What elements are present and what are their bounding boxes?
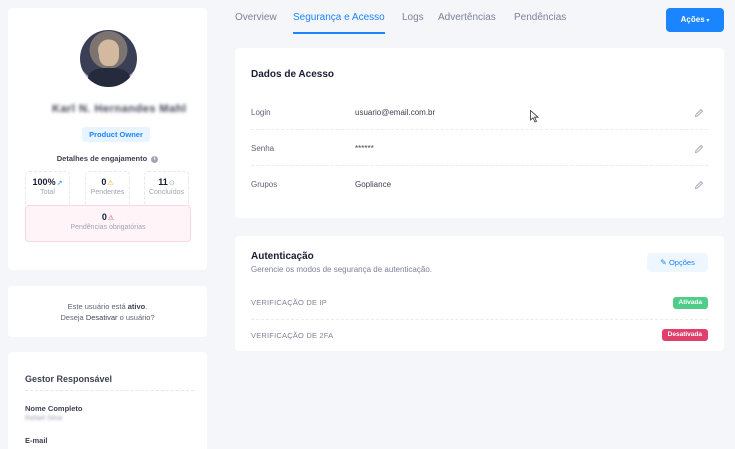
- deactivate-link[interactable]: Desativar: [86, 313, 118, 322]
- actions-label: Ações: [680, 15, 705, 24]
- manager-title: Gestor Responsável: [25, 374, 113, 384]
- tab-warnings[interactable]: Advertências: [438, 12, 496, 34]
- mandatory-label: Pendências obrigatórias: [70, 224, 146, 231]
- mandatory-pending-box: 0⚠ Pendências obrigatórias: [25, 205, 191, 242]
- pencil-icon: ✎: [660, 258, 667, 267]
- email-label: E-mail: [25, 436, 48, 445]
- edit-login-icon[interactable]: [694, 108, 704, 118]
- login-value: usuario@email.com.br: [355, 108, 436, 117]
- ip-verification-label: VERIFICAÇÃO DE IP: [251, 298, 327, 307]
- status-state: ativo: [127, 302, 146, 311]
- access-title: Dados de Acesso: [251, 69, 334, 80]
- groups-value: Gopliance: [355, 180, 392, 189]
- options-button[interactable]: ✎ Opções: [647, 253, 708, 272]
- chevron-down-icon: ▾: [704, 18, 710, 24]
- 2fa-verification-label: VERIFICAÇÃO DE 2FA: [251, 331, 334, 340]
- avatar-face: [99, 40, 119, 66]
- password-value: ******: [355, 144, 374, 153]
- status-prefix: Este usuário está: [67, 302, 126, 311]
- 2fa-verification-badge[interactable]: Desativada: [661, 329, 708, 341]
- manager-card: Gestor Responsável Nome Completo Rafael …: [8, 352, 207, 449]
- stat-total-value: 100%↗: [32, 177, 63, 187]
- stat-pending-label: Pendentes: [90, 189, 125, 196]
- trend-icon: ↗: [56, 180, 63, 187]
- groups-label: Grupos: [251, 180, 278, 189]
- info-icon[interactable]: i: [151, 155, 159, 163]
- row-divider: [251, 319, 708, 320]
- stat-done-value: 11⊙: [158, 177, 175, 187]
- divider: [25, 390, 194, 391]
- access-data-card: Dados de Acesso Login usuario@email.com.…: [235, 48, 724, 218]
- edit-password-icon[interactable]: [694, 144, 704, 154]
- row-divider: [251, 129, 708, 130]
- status-suffix: .: [145, 302, 148, 311]
- tab-pendencies[interactable]: Pendências: [514, 12, 566, 34]
- row-divider: [251, 165, 708, 166]
- status-line: Este usuário está ativo.: [8, 302, 207, 311]
- engagement-title: Detalhes de engajamento i: [8, 154, 207, 163]
- stat-total: 100%↗ Total: [25, 171, 70, 207]
- stat-pending-value: 0⚠: [101, 177, 114, 187]
- login-label: Login: [251, 108, 271, 117]
- stat-pending: 0⚠ Pendentes: [85, 171, 130, 207]
- deactivate-line: Deseja Desativar o usuário?: [8, 313, 207, 322]
- full-name-value: Rafael Silva: [25, 415, 63, 422]
- auth-title: Autenticação: [251, 251, 314, 262]
- check-circle-icon: ⊙: [168, 180, 175, 187]
- options-label: Opções: [668, 258, 695, 267]
- stat-done: 11⊙ Concluídos: [144, 171, 189, 207]
- warning-icon: ⚠: [107, 180, 114, 187]
- deactivate-suffix: o usuário?: [119, 313, 155, 322]
- tab-logs[interactable]: Logs: [402, 12, 424, 34]
- deactivate-prefix: Deseja: [60, 313, 84, 322]
- profile-card: Karl N. Hernandes Mahl Product Owner Det…: [8, 8, 207, 270]
- mandatory-value: 0⚠: [101, 212, 115, 222]
- role-badge: Product Owner: [82, 127, 150, 142]
- full-name-label: Nome Completo: [25, 404, 83, 413]
- avatar: [80, 30, 137, 87]
- tab-overview[interactable]: Overview: [235, 12, 277, 34]
- edit-groups-icon[interactable]: [694, 180, 704, 190]
- authentication-card: Autenticação Gerencie os modos de segura…: [235, 236, 724, 351]
- engagement-title-text: Detalhes de engajamento: [56, 154, 148, 163]
- user-status-card: Este usuário está ativo. Deseja Desativa…: [8, 286, 207, 337]
- alert-icon: ⚠: [107, 215, 115, 222]
- stat-total-label: Total: [40, 189, 55, 196]
- password-label: Senha: [251, 144, 275, 153]
- stat-done-label: Concluídos: [148, 189, 185, 196]
- tab-security-access[interactable]: Segurança e Acesso: [293, 12, 385, 34]
- ip-verification-badge[interactable]: Ativada: [672, 297, 708, 309]
- actions-button[interactable]: Ações ▾: [666, 8, 724, 32]
- mouse-cursor-icon: [530, 110, 539, 123]
- avatar-shirt: [88, 68, 130, 87]
- user-name: Karl N. Hernandes Mahl: [52, 103, 187, 115]
- auth-subtitle: Gerencie os modos de segurança de autent…: [251, 265, 433, 274]
